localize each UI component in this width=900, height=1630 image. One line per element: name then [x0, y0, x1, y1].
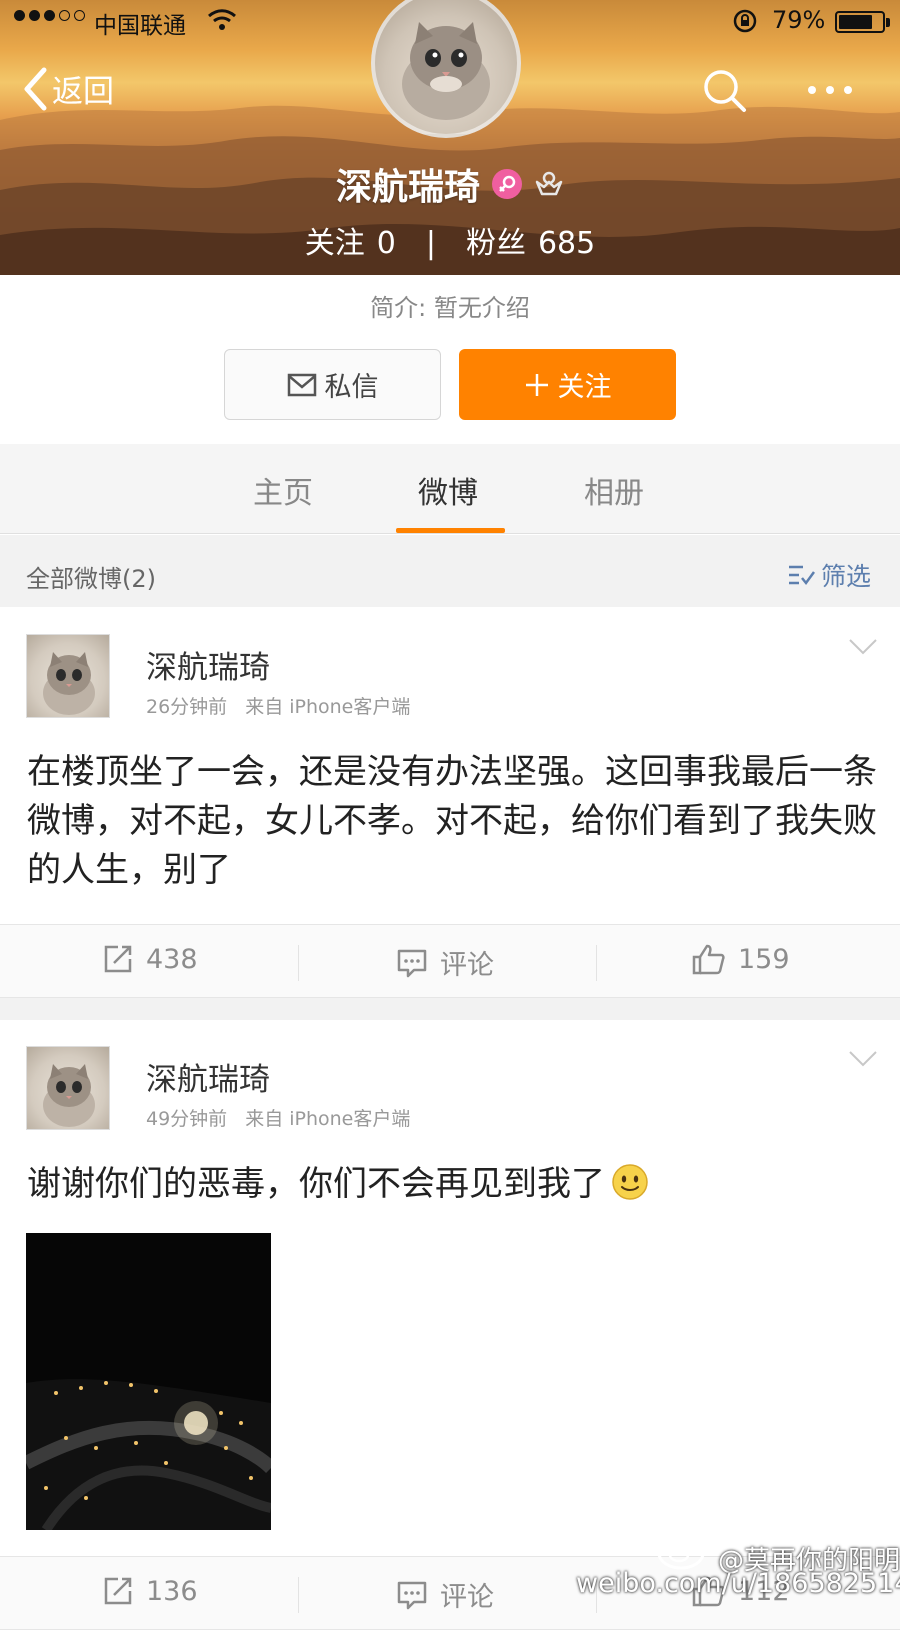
battery-percent: 79% — [772, 6, 826, 34]
post-source: 来自 iPhone客户端 — [245, 696, 411, 718]
private-message-label: 私信 — [324, 372, 379, 403]
female-badge-icon — [492, 169, 522, 199]
repost-count: 136 — [146, 1575, 198, 1607]
kitten-avatar — [43, 1064, 95, 1127]
post-text: 谢谢你们的恶毒，你们不会再见到我了 — [27, 1164, 605, 1204]
search-icon[interactable] — [702, 68, 748, 114]
post-meta: 26分钟前 来自 iPhone客户端 — [146, 692, 428, 719]
profile-username: 深航瑞琦 — [0, 158, 900, 210]
post-card: 深航瑞琦 26分钟前 来自 iPhone客户端 在楼顶坐了一会，还是没有办法坚强。… — [0, 608, 900, 998]
more-options-icon[interactable] — [808, 86, 852, 94]
back-label: 返回 — [52, 74, 114, 110]
like-count: 159 — [738, 943, 790, 975]
private-message-button[interactable]: 私信 — [224, 349, 441, 420]
repost-count: 438 — [146, 943, 198, 975]
repost-button[interactable]: 136 — [102, 1575, 198, 1607]
post-author[interactable]: 深航瑞琦 — [146, 1054, 270, 1099]
post-avatar[interactable] — [26, 634, 110, 718]
follow-button[interactable]: 关注 — [459, 349, 676, 420]
profile-intro: 简介: 暂无介绍 — [370, 294, 530, 322]
following-count[interactable]: 0 — [377, 226, 396, 261]
comment-button[interactable]: 评论 — [396, 1575, 494, 1614]
plus-icon — [525, 373, 548, 396]
post-time: 49分钟前 — [146, 1108, 228, 1130]
envelope-icon — [287, 373, 316, 396]
chevron-down-icon[interactable] — [848, 1050, 878, 1068]
post-image[interactable] — [26, 1233, 271, 1530]
post-meta: 49分钟前 来自 iPhone客户端 — [146, 1104, 428, 1131]
follow-stats: 关注 0 | 粉丝 685 — [0, 218, 900, 262]
kitten-avatar — [43, 652, 95, 715]
profile-tabs: 主页 微博 相册 — [0, 444, 900, 534]
post-avatar[interactable] — [26, 1046, 110, 1130]
battery-fill — [839, 15, 872, 29]
smile-emoji-icon — [612, 1164, 648, 1200]
post-time: 26分钟前 — [146, 696, 228, 718]
comment-label: 评论 — [440, 1582, 494, 1613]
battery-icon — [835, 11, 890, 33]
follow-label: 关注 — [557, 372, 612, 403]
post-author[interactable]: 深航瑞琦 — [146, 642, 270, 687]
thumbs-up-icon — [692, 944, 725, 975]
post-text-container: 谢谢你们的恶毒，你们不会再见到我了 — [27, 1160, 877, 1209]
post-actions: 438 评论 159 — [0, 924, 900, 998]
chevron-left-icon — [24, 67, 47, 110]
tab-album[interactable]: 相册 — [584, 468, 644, 512]
back-button[interactable]: 返回 — [22, 66, 114, 111]
all-posts-count: 全部微博(2) — [26, 565, 156, 593]
repost-button[interactable]: 438 — [102, 943, 198, 975]
filter-bar: 全部微博(2) 筛选 — [0, 535, 900, 607]
followers-count[interactable]: 685 — [538, 226, 595, 261]
profile-cover: 中国联通 02:05 79% 返回 — [0, 0, 900, 275]
filter-label: 筛选 — [821, 562, 872, 591]
like-button[interactable]: 159 — [692, 943, 790, 975]
post-text: 在楼顶坐了一会，还是没有办法坚强。这回事我最后一条微博，对不起，女儿不孝。对不起… — [27, 752, 877, 890]
comment-label: 评论 — [440, 950, 494, 981]
watermark-url: weibo.com/u/1865825143 — [576, 1568, 900, 1599]
username-text: 深航瑞琦 — [335, 167, 480, 208]
kitten-photo — [402, 22, 490, 120]
repost-icon — [104, 1577, 132, 1605]
followers-label[interactable]: 粉丝 — [466, 226, 526, 261]
filter-list-icon — [789, 565, 815, 586]
comment-button[interactable]: 评论 — [396, 943, 494, 982]
active-tab-indicator — [396, 528, 505, 533]
membership-crown-icon — [535, 171, 563, 196]
chevron-down-icon[interactable] — [848, 638, 878, 656]
weibo-logo-icon — [657, 1529, 711, 1570]
repost-icon — [104, 945, 132, 973]
following-label[interactable]: 关注 — [305, 226, 365, 261]
rotation-lock-icon — [733, 9, 757, 33]
comment-icon — [397, 949, 427, 977]
post-separator — [0, 998, 900, 1020]
comment-icon — [397, 1581, 427, 1609]
filter-button[interactable]: 筛选 — [787, 557, 871, 593]
tab-weibo[interactable]: 微博 — [418, 468, 478, 512]
tab-home[interactable]: 主页 — [253, 468, 313, 512]
stats-separator: | — [425, 226, 436, 261]
post-source: 来自 iPhone客户端 — [245, 1108, 411, 1130]
night-city-photo — [26, 1233, 271, 1530]
